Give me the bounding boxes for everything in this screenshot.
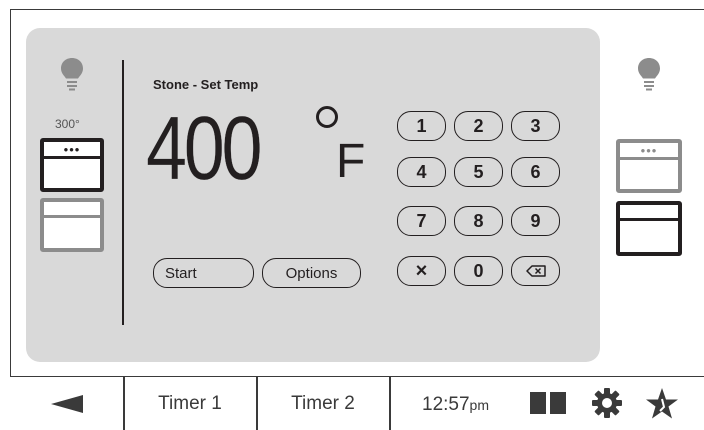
- keypad-key-5[interactable]: 5: [454, 157, 503, 187]
- keypad-key-7[interactable]: 7: [397, 206, 446, 236]
- oven-divider: [44, 215, 100, 218]
- light-bulb-icon[interactable]: [60, 57, 84, 91]
- temperature-unit: F: [336, 135, 366, 188]
- keypad-key-9[interactable]: 9: [511, 206, 560, 236]
- star-icon[interactable]: [645, 387, 679, 421]
- start-button[interactable]: Start: [153, 258, 254, 288]
- left-oven-current-temp: 300°: [55, 117, 80, 131]
- clock-display: 12:57pm: [422, 394, 489, 416]
- oven-divider: [44, 156, 100, 159]
- gear-icon[interactable]: [592, 388, 622, 418]
- keypad-key-8[interactable]: 8: [454, 206, 503, 236]
- keypad-key-0[interactable]: 0: [454, 256, 503, 286]
- oven-dots-icon: •••: [63, 142, 81, 157]
- keypad-key-1[interactable]: 1: [397, 111, 446, 141]
- keypad-backspace-key[interactable]: [511, 256, 560, 286]
- clock-time: 12:57: [422, 394, 470, 415]
- back-button[interactable]: [10, 377, 123, 430]
- back-arrow-icon: [50, 395, 83, 413]
- timer-2-button[interactable]: Timer 2: [257, 377, 389, 430]
- backspace-icon: [525, 265, 546, 277]
- set-temp-panel: [26, 28, 600, 362]
- keypad-key-4[interactable]: 4: [397, 157, 446, 187]
- keypad-key-2[interactable]: 2: [454, 111, 503, 141]
- right-oven-top-deck-button[interactable]: •••: [616, 139, 682, 193]
- split-view-icon[interactable]: [530, 392, 566, 414]
- set-temperature-value: 400: [146, 99, 263, 199]
- panel-divider: [122, 60, 124, 325]
- keypad-key-6[interactable]: 6: [511, 157, 560, 187]
- left-oven-bottom-deck-button[interactable]: [40, 198, 104, 252]
- bar-divider: [389, 377, 391, 430]
- bottom-navigation-bar: Timer 1 Timer 2 12:57pm: [10, 376, 704, 430]
- oven-divider: [620, 218, 678, 221]
- left-oven-top-deck-button[interactable]: •••: [40, 138, 104, 192]
- clock-ampm: pm: [469, 397, 489, 413]
- keypad-key-3[interactable]: 3: [511, 111, 560, 141]
- degree-symbol: [316, 106, 338, 128]
- timer-1-button[interactable]: Timer 1: [124, 377, 256, 430]
- right-oven-bottom-deck-button[interactable]: [616, 201, 682, 256]
- keypad-clear-key[interactable]: ×: [397, 256, 446, 286]
- options-button[interactable]: Options: [262, 258, 361, 288]
- oven-dots-icon: •••: [640, 143, 658, 158]
- panel-title: Stone - Set Temp: [153, 77, 259, 92]
- light-bulb-icon[interactable]: [637, 57, 661, 91]
- oven-divider: [620, 157, 678, 160]
